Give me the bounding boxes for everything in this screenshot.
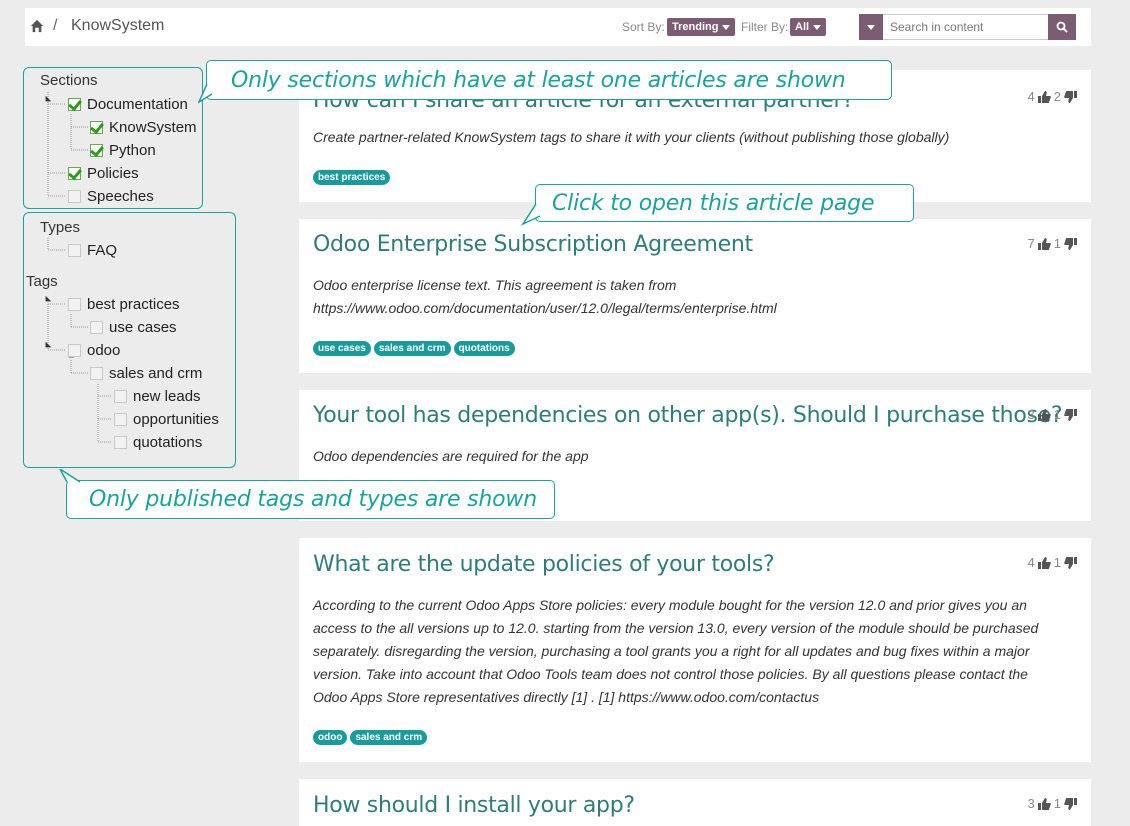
like-count: 4: [1027, 89, 1035, 104]
like-count: 7: [1027, 236, 1035, 251]
sort-dropdown[interactable]: Trending: [667, 18, 736, 36]
like-count: 4: [1027, 555, 1035, 570]
tag-badge[interactable]: sales and crm: [350, 730, 428, 745]
home-icon[interactable]: [30, 19, 44, 33]
filter-value: All: [795, 21, 810, 33]
article-description: Odoo dependencies are required for the a…: [313, 448, 589, 464]
callout-pointer: [520, 204, 541, 226]
article-description: Odoo enterprise license text. This agree…: [313, 277, 777, 316]
sections-callout: Only sections which have at least one ar…: [206, 60, 892, 100]
article-title[interactable]: How should I install your app?: [313, 793, 635, 818]
article-title[interactable]: Your tool has dependencies on other app(…: [313, 403, 1063, 428]
callout-text: Click to open this article page: [552, 190, 875, 216]
article-description: According to the current Odoo Apps Store…: [313, 597, 1039, 705]
dislike-count: 1: [1053, 236, 1061, 251]
chevron-down-icon: [722, 24, 731, 30]
tag-badge[interactable]: use cases: [313, 341, 371, 356]
dislike-count: 1: [1053, 555, 1061, 570]
tag-badge[interactable]: odoo: [313, 730, 348, 745]
article-title[interactable]: What are the update policies of your too…: [313, 552, 775, 577]
dislike-count: 1: [1053, 796, 1061, 811]
like-count: 3: [1027, 407, 1035, 422]
thumbs-up-icon[interactable]: [1037, 797, 1051, 810]
breadcrumb-separator: /: [53, 17, 58, 34]
dislike-count: 1: [1053, 407, 1061, 422]
chevron-down-icon: [867, 24, 875, 30]
thumbs-down-icon[interactable]: [1064, 90, 1077, 103]
thumbs-down-icon[interactable]: [1064, 797, 1077, 810]
like-count: 3: [1027, 796, 1035, 811]
search-button[interactable]: [1048, 14, 1076, 40]
dislike-count: 2: [1053, 89, 1061, 104]
article-title[interactable]: Odoo Enterprise Subscription Agreement: [313, 232, 753, 257]
article-tags: best practices: [313, 170, 391, 185]
thumbs-up-icon[interactable]: [1037, 408, 1051, 421]
callout-text: Only sections which have at least one ar…: [231, 67, 846, 93]
filter-label: Filter By:: [741, 20, 789, 34]
chevron-down-icon: [813, 24, 822, 30]
search-bar: [859, 14, 1076, 40]
article-card[interactable]: Odoo Enterprise Subscription Agreement 7…: [299, 219, 1091, 373]
article-card[interactable]: How should I install your app? 3 1: [299, 779, 1091, 826]
sort-label: Sort By:: [622, 20, 665, 34]
article-votes: 4 1: [1028, 555, 1077, 570]
tag-badge[interactable]: best practices: [313, 170, 391, 185]
search-scope-dropdown[interactable]: [859, 14, 883, 40]
thumbs-up-icon[interactable]: [1037, 556, 1051, 569]
article-votes: 3 1: [1028, 796, 1077, 811]
article-tags: odoo sales and crm: [313, 730, 428, 745]
article-votes: 4 2: [1028, 89, 1077, 104]
search-icon: [1056, 21, 1068, 33]
sections-highlight-frame: [23, 67, 203, 209]
article-tags: use cases sales and crm quotations: [313, 341, 515, 356]
article-votes: 7 1: [1028, 236, 1077, 251]
article-votes: 3 1: [1028, 407, 1077, 422]
article-callout: Click to open this article page: [535, 184, 914, 222]
tag-badge[interactable]: quotations: [453, 341, 515, 356]
callout-text: Only published tags and types are shown: [89, 487, 537, 512]
callout-pointer: [59, 469, 81, 483]
article-description: Create partner-related KnowSystem tags t…: [313, 129, 950, 145]
thumbs-up-icon[interactable]: [1037, 90, 1051, 103]
breadcrumb-current: KnowSystem: [71, 17, 165, 34]
article-card[interactable]: What are the update policies of your too…: [299, 538, 1091, 762]
thumbs-down-icon[interactable]: [1064, 237, 1077, 250]
thumbs-down-icon[interactable]: [1064, 556, 1077, 569]
top-bar: / KnowSystem Sort By: Trending Filter By…: [25, 8, 1091, 46]
thumbs-down-icon[interactable]: [1064, 408, 1077, 421]
tags-highlight-frame: [23, 212, 236, 468]
tag-badge[interactable]: sales and crm: [373, 341, 451, 356]
tags-callout: Only published tags and types are shown: [66, 480, 555, 519]
sort-value: Trending: [672, 21, 719, 33]
filter-dropdown[interactable]: All: [790, 18, 827, 36]
search-input[interactable]: [883, 14, 1048, 40]
thumbs-up-icon[interactable]: [1037, 237, 1051, 250]
callout-pointer: [198, 84, 213, 104]
